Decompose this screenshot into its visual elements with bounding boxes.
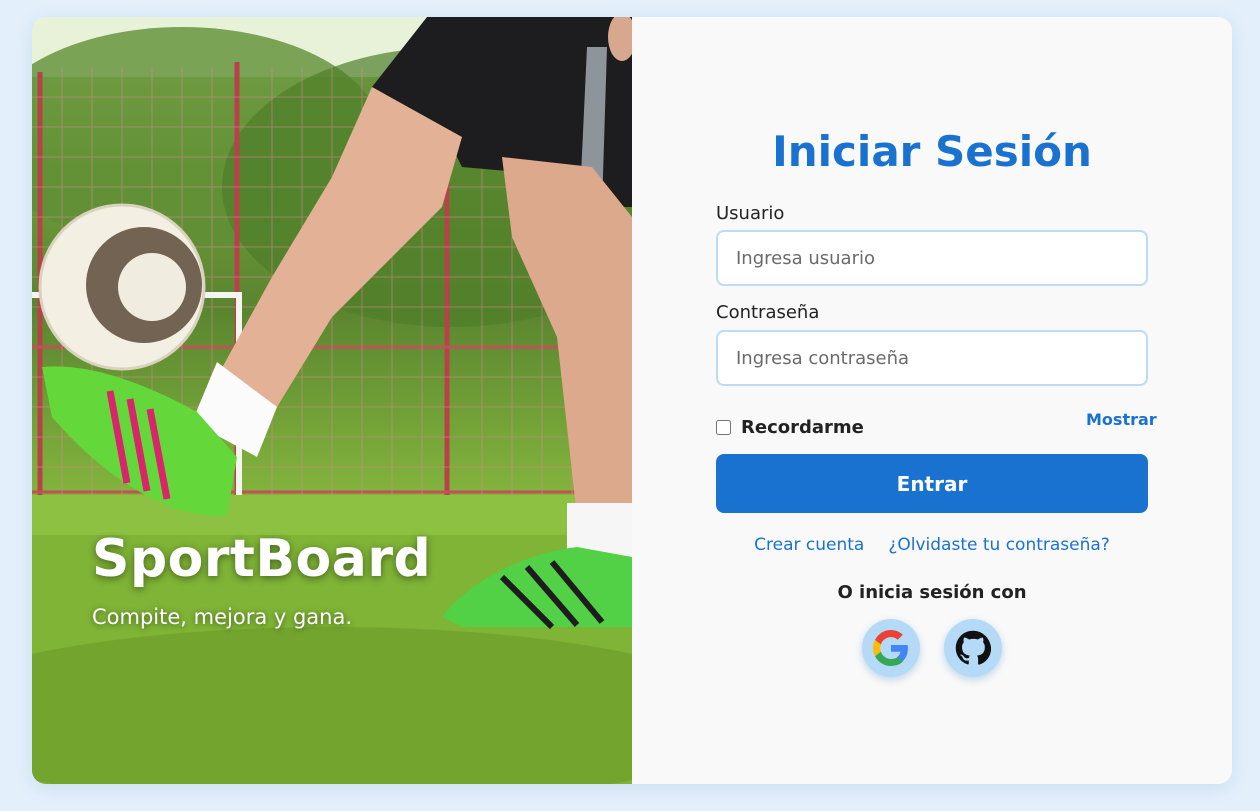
password-input[interactable] — [716, 330, 1148, 386]
remember-me-checkbox[interactable] — [716, 420, 731, 435]
forgot-password-link[interactable]: ¿Olvidaste tu contraseña? — [888, 535, 1109, 555]
login-submit-button[interactable]: Entrar — [716, 454, 1148, 513]
google-icon — [873, 630, 908, 666]
google-login-button[interactable] — [862, 619, 920, 677]
login-title: Iniciar Sesión — [772, 127, 1092, 176]
remember-me-label[interactable]: Recordarme — [741, 417, 864, 438]
login-card: SportBoard Compite, mejora y gana. Inici… — [32, 17, 1232, 784]
social-login-title: O inicia sesión con — [837, 582, 1027, 603]
soccer-photo-illustration — [32, 17, 632, 784]
login-panel: Iniciar Sesión Usuario Contraseña Record… — [632, 17, 1232, 784]
brand-title: SportBoard — [92, 529, 432, 589]
remember-me-row: Recordarme — [716, 417, 864, 438]
password-label: Contraseña — [716, 302, 820, 323]
social-login-buttons — [632, 619, 1232, 677]
show-password-button[interactable]: Mostrar — [1086, 410, 1157, 429]
github-icon — [955, 630, 991, 665]
hero-image: SportBoard Compite, mejora y gana. — [32, 17, 632, 784]
username-label: Usuario — [716, 203, 785, 224]
create-account-link[interactable]: Crear cuenta — [754, 535, 864, 555]
account-links: Crear cuenta ¿Olvidaste tu contraseña? — [632, 535, 1232, 555]
brand-tagline: Compite, mejora y gana. — [92, 605, 353, 629]
username-input[interactable] — [716, 230, 1148, 286]
github-login-button[interactable] — [944, 619, 1002, 677]
